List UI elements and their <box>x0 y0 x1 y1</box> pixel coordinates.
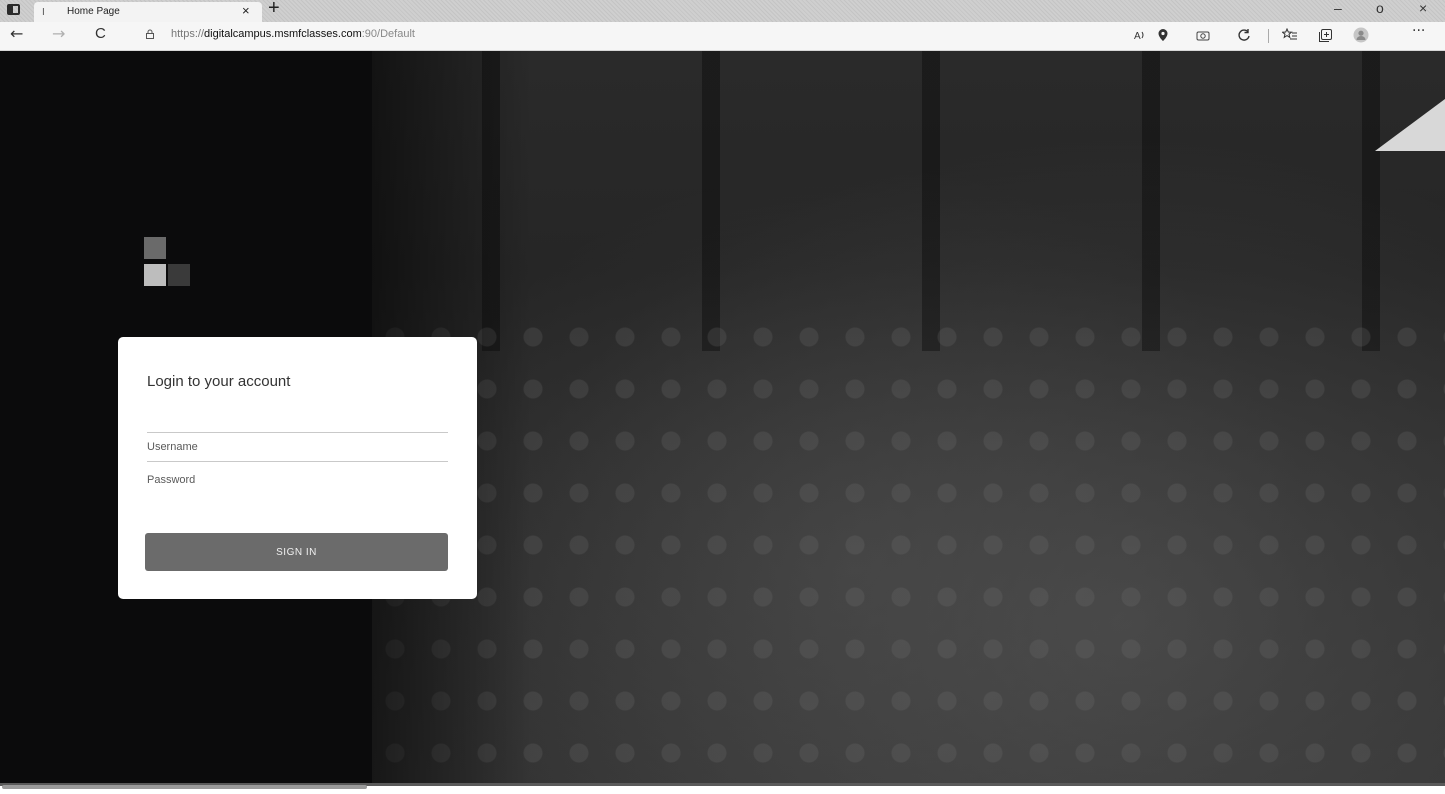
profile-icon[interactable] <box>1353 27 1369 43</box>
logo-square-bottom-left <box>144 264 166 286</box>
username-input[interactable] <box>147 432 448 462</box>
bottom-scrollbar-area <box>0 783 1445 794</box>
photo-ceiling-beams <box>372 51 1445 351</box>
tab-home-page[interactable]: I Home Page × <box>34 2 262 22</box>
url-path: :90/Default <box>361 28 415 40</box>
sign-in-button[interactable]: SIGN IN <box>145 533 448 571</box>
svg-text:A: A <box>1134 31 1141 42</box>
tab-title: Home Page <box>67 6 120 17</box>
photo-crowd <box>372 311 1445 783</box>
location-icon[interactable] <box>1155 27 1171 43</box>
login-title: Login to your account <box>147 373 291 390</box>
toolbar-separator <box>1268 29 1269 43</box>
back-button[interactable]: ← <box>10 26 23 42</box>
url-host: digitalcampus.msmfclasses.com <box>204 28 362 40</box>
new-tab-button[interactable]: + <box>268 0 280 18</box>
logo-square-top <box>144 237 166 259</box>
maximize-button[interactable]: o <box>1376 1 1384 15</box>
logo <box>144 237 208 301</box>
corner-fold-decoration <box>1375 99 1445 151</box>
collections-icon[interactable] <box>1317 27 1333 43</box>
password-input[interactable] <box>147 465 448 495</box>
refresh-button[interactable]: C <box>95 26 106 41</box>
camera-icon[interactable] <box>1195 27 1211 43</box>
read-aloud-icon[interactable]: A <box>1132 27 1148 43</box>
close-window-button[interactable]: × <box>1419 1 1427 15</box>
close-tab-icon[interactable]: × <box>242 4 250 17</box>
logo-square-bottom-right <box>168 264 190 286</box>
tab-bar: I Home Page × + – o × <box>0 0 1445 22</box>
minimize-button[interactable]: – <box>1334 1 1342 15</box>
url-field[interactable]: https://digitalcampus.msmfclasses.com:90… <box>171 28 415 40</box>
tab-actions-icon[interactable] <box>7 4 20 15</box>
login-page: Login to your account SIGN IN <box>0 51 1445 783</box>
favorites-icon[interactable] <box>1282 27 1298 43</box>
sync-icon[interactable] <box>1236 27 1252 43</box>
horizontal-scrollbar-thumb[interactable] <box>2 785 367 789</box>
url-protocol: https:// <box>171 28 205 40</box>
forward-button[interactable]: → <box>52 26 65 42</box>
more-menu-button[interactable]: ··· <box>1412 24 1425 38</box>
address-bar: ← → C https://digitalcampus.msmfclasses.… <box>0 22 1445 51</box>
login-card: Login to your account SIGN IN <box>118 337 477 599</box>
favicon-icon: I <box>42 7 45 18</box>
lock-icon[interactable] <box>145 29 155 39</box>
